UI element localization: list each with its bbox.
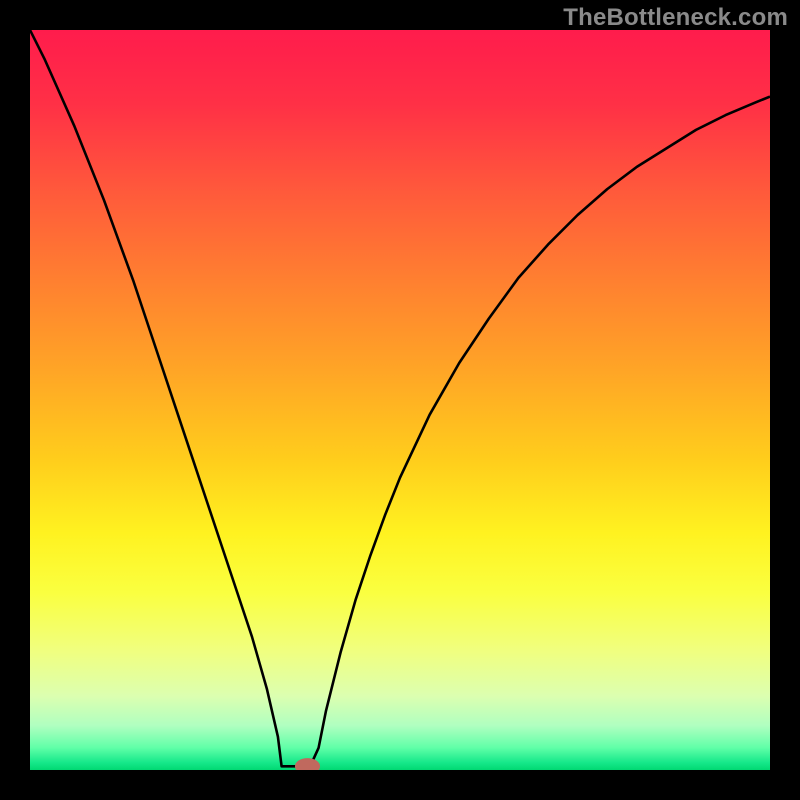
watermark-text: TheBottleneck.com: [563, 4, 788, 32]
chart-frame: TheBottleneck.com: [0, 0, 800, 800]
bottleneck-plot: [30, 30, 770, 770]
gradient-backdrop: [30, 30, 770, 770]
